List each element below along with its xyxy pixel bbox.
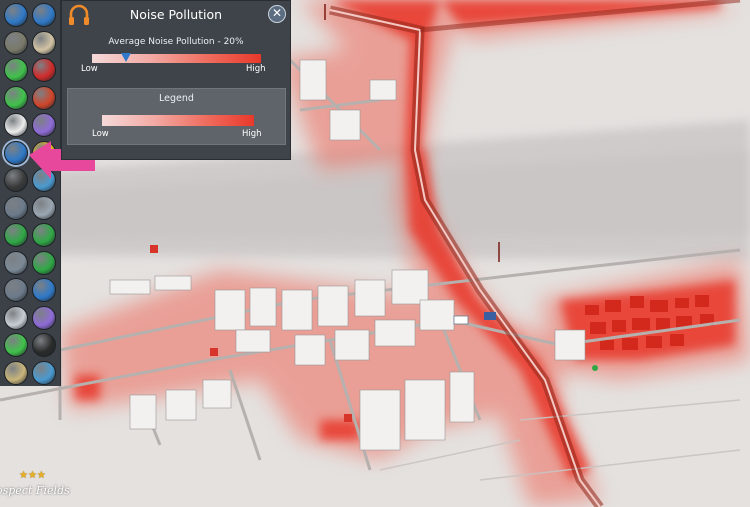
noise-pollution-panel: Noise Pollution ✕ Average Noise Pollutio… (61, 0, 291, 160)
leaf-button[interactable] (32, 223, 56, 247)
district-stars: ★★★ (19, 470, 46, 481)
legend-box: Legend Low High (67, 88, 286, 145)
park-marker (592, 365, 598, 371)
tree-button[interactable] (32, 250, 56, 275)
grid-button[interactable] (32, 305, 56, 330)
legend-high-label: High (242, 129, 262, 139)
slider-high-label: High (246, 64, 266, 74)
water-drop-button[interactable] (32, 3, 56, 27)
panel-title: Noise Pollution (129, 7, 223, 22)
slider-low-label: Low (81, 64, 98, 74)
district-name-label: ospect Fields (0, 484, 70, 497)
legend-low-label: Low (92, 129, 109, 139)
noise-headphones-button[interactable] (4, 140, 28, 165)
legend-title: Legend (159, 93, 194, 104)
pencil-button[interactable] (4, 3, 28, 27)
star-button[interactable] (4, 85, 28, 110)
average-noise-bar (92, 54, 261, 63)
wind-button[interactable] (4, 250, 28, 275)
garbage-button[interactable] (4, 30, 28, 55)
bus-stop-marker (453, 315, 469, 325)
tools-button[interactable] (4, 333, 28, 357)
average-noise-indicator (120, 53, 131, 62)
legend-gradient (102, 115, 254, 126)
close-button[interactable]: ✕ (268, 5, 286, 23)
fire-button[interactable] (32, 85, 56, 110)
person-button[interactable] (4, 195, 28, 220)
average-noise-label: Average Noise Pollution - 20% (108, 37, 244, 47)
box-button[interactable] (32, 30, 56, 55)
transport-marker (484, 312, 496, 320)
close-icon: ✕ (271, 6, 283, 20)
list-button[interactable] (32, 278, 56, 302)
ground-button[interactable] (4, 278, 28, 302)
happiness-button[interactable] (4, 58, 28, 82)
building-button[interactable] (32, 195, 56, 220)
fish-button[interactable] (32, 360, 56, 385)
tool-sidebar (0, 0, 61, 386)
crime-mask-button[interactable] (4, 168, 28, 192)
mail-button[interactable] (4, 360, 28, 385)
money-button[interactable] (4, 223, 28, 247)
education-button[interactable] (32, 113, 56, 137)
police-car-button[interactable] (4, 113, 28, 137)
more-button[interactable] (32, 333, 56, 357)
lock-button[interactable] (4, 305, 28, 330)
health-heart-button[interactable] (32, 58, 56, 82)
